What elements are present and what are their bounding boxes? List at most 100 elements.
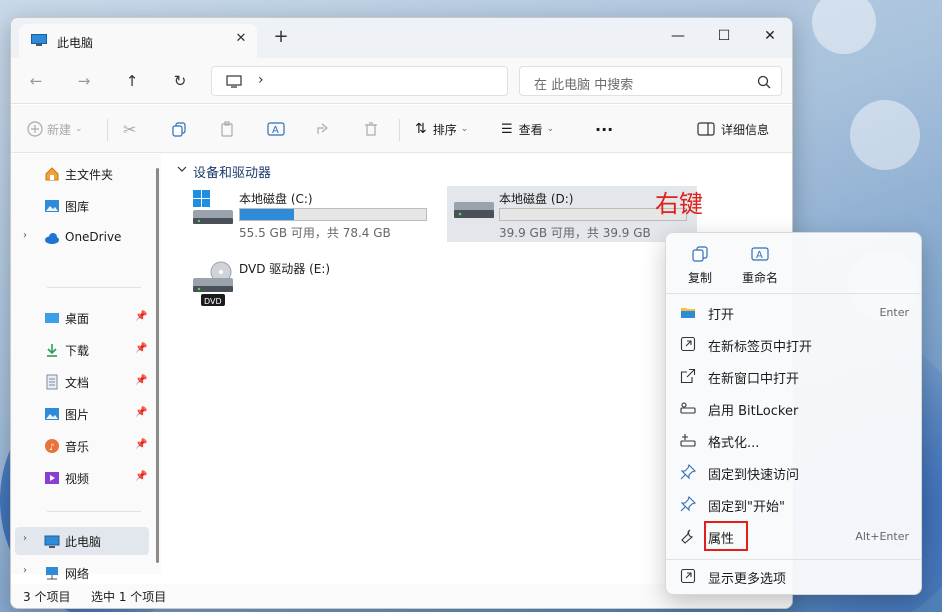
title-bar: 此电脑 ✕ + — ☐ ✕ — [11, 18, 792, 58]
drive-usage-fill — [240, 209, 294, 220]
sort-label: 排序 — [432, 122, 457, 137]
wallpaper-badge — [850, 100, 920, 170]
show-more-icon — [680, 568, 696, 584]
paste-button[interactable] — [219, 117, 235, 141]
pin-icon[interactable]: 📌 — [135, 375, 147, 386]
view-button[interactable]: ☰ 查看 ⌄ — [501, 117, 554, 141]
ctx-item-bitlocker[interactable]: 启用 BitLocker — [670, 393, 919, 423]
nav-item-desktop[interactable]: 桌面 📌 — [11, 304, 151, 332]
details-pane-button[interactable]: 详细信息 — [697, 117, 769, 141]
forward-arrow-icon[interactable]: → — [73, 70, 95, 92]
trash-icon — [365, 122, 377, 136]
sort-button[interactable]: ⇅ 排序 ⌄ — [415, 117, 468, 141]
nav-label: 网络 — [65, 567, 90, 581]
refresh-icon[interactable]: ↻ — [169, 70, 191, 92]
cut-button[interactable]: ✂ — [123, 117, 136, 141]
nav-label: 视频 — [65, 472, 90, 486]
minimize-button[interactable]: — — [655, 22, 701, 50]
pin-icon[interactable]: 📌 — [135, 439, 147, 450]
drive-e[interactable]: DVD DVD 驱动器 (E:) — [187, 256, 437, 312]
pin-icon[interactable]: 📌 — [135, 343, 147, 354]
context-menu: 复制 A 重命名 打开 Enter 在新标签页中打开 在新窗口中打开 启用 Bi… — [665, 232, 922, 595]
svg-text:A: A — [272, 125, 279, 136]
address-input[interactable]: › — [211, 66, 508, 96]
ctx-label: 格式化... — [708, 436, 760, 451]
rename-button[interactable]: A — [267, 117, 285, 141]
ctx-label: 显示更多选项 — [708, 572, 787, 587]
divider — [399, 119, 400, 141]
music-icon: ♪ — [45, 439, 59, 453]
up-arrow-icon[interactable]: ↑ — [121, 70, 143, 92]
nav-item-gallery[interactable]: 图库 — [11, 192, 151, 220]
nav-item-music[interactable]: ♪ 音乐 📌 — [11, 432, 151, 460]
nav-label: 主文件夹 — [65, 168, 114, 182]
monitor-icon — [44, 535, 60, 548]
maximize-button[interactable]: ☐ — [701, 22, 747, 50]
ctx-item-pin-quick-access[interactable]: 固定到快速访问 — [670, 457, 919, 487]
search-input[interactable]: 在 此电脑 中搜索 — [519, 66, 782, 96]
network-icon — [46, 567, 58, 580]
nav-item-downloads[interactable]: 下载 📌 — [11, 336, 151, 364]
pin-icon[interactable]: 📌 — [135, 311, 147, 322]
ctx-label: 在新标签页中打开 — [708, 340, 813, 355]
chevron-down-icon: ⌄ — [75, 124, 83, 134]
nav-item-pictures[interactable]: 图片 📌 — [11, 400, 151, 428]
chevron-right-icon[interactable]: › — [23, 533, 27, 544]
ctx-item-open-new-window[interactable]: 在新窗口中打开 — [670, 361, 919, 391]
tab-this-pc[interactable]: 此电脑 ✕ — [19, 24, 257, 58]
nav-item-network[interactable]: › 网络 — [11, 559, 151, 587]
nav-label: 音乐 — [65, 440, 90, 454]
chevron-down-icon[interactable] — [177, 165, 187, 173]
ctx-copy-label: 复制 — [687, 271, 712, 285]
tab-close-button[interactable]: ✕ — [233, 31, 249, 47]
group-header[interactable]: 设备和驱动器 — [193, 162, 271, 181]
copy-icon — [692, 246, 708, 262]
ctx-rename-button[interactable]: A 重命名 — [732, 243, 788, 287]
nav-label: 下载 — [65, 344, 90, 358]
close-button[interactable]: ✕ — [747, 22, 792, 50]
ctx-item-format[interactable]: 格式化... — [670, 425, 919, 455]
ctx-divider — [666, 559, 921, 560]
back-arrow-icon[interactable]: ← — [25, 70, 47, 92]
ctx-item-open[interactable]: 打开 Enter — [670, 297, 919, 327]
nav-item-videos[interactable]: 视频 📌 — [11, 464, 151, 492]
new-button[interactable]: 新建 ⌄ — [27, 117, 83, 141]
nav-item-home[interactable]: 主文件夹 — [11, 160, 151, 188]
ctx-item-properties[interactable]: 属性 Alt+Enter — [670, 521, 919, 551]
desktop-icon — [45, 313, 59, 323]
ctx-label: 固定到"开始" — [708, 500, 785, 515]
right-click-annotation: 右键 — [655, 190, 703, 218]
pin-icon[interactable]: 📌 — [135, 471, 147, 482]
drive-name: 本地磁盘 (D:) — [499, 192, 574, 206]
pin-icon[interactable]: 📌 — [135, 407, 147, 418]
ctx-label: 打开 — [708, 308, 735, 323]
ctx-item-pin-start[interactable]: 固定到"开始" — [670, 489, 919, 519]
nav-item-onedrive[interactable]: › OneDrive — [11, 224, 151, 252]
ctx-item-open-new-tab[interactable]: 在新标签页中打开 — [670, 329, 919, 359]
share-button[interactable] — [315, 117, 331, 141]
format-drive-icon — [680, 434, 696, 447]
windows-drive-icon — [193, 190, 233, 224]
svg-text:A: A — [756, 250, 763, 261]
delete-button[interactable] — [363, 117, 379, 141]
drive-c[interactable]: 本地磁盘 (C:) 55.5 GB 可用，共 78.4 GB — [187, 186, 437, 242]
nav-label: 文档 — [65, 376, 90, 390]
open-new-tab-icon — [680, 336, 696, 352]
ctx-copy-button[interactable]: 复制 — [672, 243, 728, 287]
nav-item-documents[interactable]: 文档 📌 — [11, 368, 151, 396]
dvd-badge: DVD — [204, 297, 222, 306]
copy-button[interactable] — [171, 117, 187, 141]
nav-scrollbar[interactable] — [156, 168, 159, 563]
selected-count: 选中 1 个项目 — [91, 590, 167, 604]
divider — [107, 119, 108, 141]
rename-icon: A — [267, 122, 285, 136]
new-tab-button[interactable]: + — [273, 28, 289, 46]
nav-item-this-pc[interactable]: › 此电脑 — [15, 527, 149, 555]
ctx-label: 在新窗口中打开 — [708, 372, 800, 387]
sort-icon: ⇅ — [415, 121, 427, 137]
ctx-item-show-more[interactable]: 显示更多选项 — [670, 561, 919, 591]
chevron-right-icon[interactable]: › — [23, 565, 27, 576]
more-options-button[interactable]: ··· — [595, 117, 613, 141]
breadcrumb-chevron[interactable]: › — [258, 72, 264, 88]
chevron-right-icon[interactable]: › — [23, 230, 27, 241]
